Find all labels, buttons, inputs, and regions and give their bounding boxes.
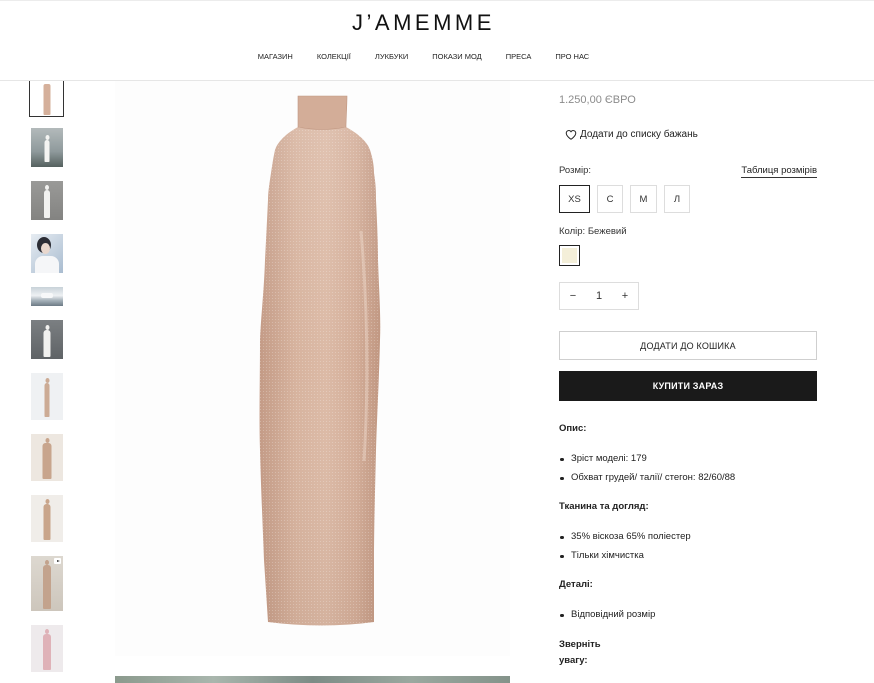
- thumbnail-5[interactable]: [31, 287, 63, 306]
- thumbnail-8[interactable]: [31, 434, 63, 481]
- details-title-description: Опис:: [559, 423, 587, 434]
- details-list-details: Відповідний розмір: [559, 608, 817, 637]
- thumbnail-model-figure: [43, 634, 51, 670]
- buy-now-button[interactable]: КУПИТИ ЗАРАЗ: [559, 371, 817, 401]
- color-label: Колір: Бежевий: [559, 226, 627, 237]
- thumbnail-7[interactable]: [31, 373, 63, 420]
- size-label: Розмір:: [559, 165, 592, 176]
- size-option-s[interactable]: С: [597, 185, 623, 213]
- thumbnail-face-shape: [41, 243, 50, 254]
- details-title-details: Деталі:: [559, 579, 593, 590]
- thumbnail-2[interactable]: [31, 128, 63, 167]
- thumbnail-model-figure: [43, 565, 51, 609]
- color-swatch-beige[interactable]: [559, 245, 580, 266]
- product-details: Опис: Зріст моделі: 179 Обхват грудей/ т…: [559, 422, 817, 669]
- thumbnail-10-video[interactable]: [31, 556, 63, 611]
- heart-icon: [565, 129, 577, 140]
- nav-item-collections[interactable]: КОЛЕКЦІЇ: [317, 51, 351, 63]
- list-item: Тільки хімчистка: [559, 549, 817, 563]
- main-nav: МАГАЗИН КОЛЕКЦІЇ ЛУКБУКИ ПОКАЗИ МОД ПРЕС…: [0, 51, 847, 63]
- dress-illustration: [259, 95, 381, 626]
- list-item: Обхват грудей/ талії/ стегон: 82/60/88: [559, 471, 817, 485]
- size-selector: XS С М Л: [559, 185, 690, 213]
- thumbnail-6[interactable]: [31, 320, 63, 359]
- product-price: 1.250,00 ЄВРО: [559, 94, 636, 106]
- thumbnail-model-figure: [44, 140, 50, 162]
- thumbnail-model-figure: [44, 383, 50, 417]
- size-header: Розмір: Таблиця розмірів: [559, 164, 817, 178]
- size-chart-link[interactable]: Таблиця розмірів: [741, 164, 817, 178]
- thumbnail-9[interactable]: [31, 495, 63, 542]
- list-item: Зріст моделі: 179: [559, 452, 817, 466]
- play-icon: [54, 558, 61, 564]
- details-list-fabric-care: 35% віскоза 65% поліестер Тільки хімчист…: [559, 530, 817, 578]
- dress-collar: [297, 95, 348, 130]
- list-item: Відповідний розмір: [559, 608, 817, 622]
- thumbnail-model-figure: [42, 443, 52, 479]
- next-product-image[interactable]: [115, 676, 510, 683]
- quantity-value[interactable]: 1: [586, 283, 612, 309]
- dress-sequin-texture: [259, 96, 381, 626]
- details-list-description: Зріст моделі: 179 Обхват грудей/ талії/ …: [559, 452, 817, 500]
- thumbnail-model-figure: [43, 330, 51, 357]
- quantity-decrease-button[interactable]: −: [560, 283, 586, 309]
- thumbnail-model-figure: [43, 504, 51, 540]
- main-product-image[interactable]: [115, 81, 510, 656]
- quantity-increase-button[interactable]: +: [612, 283, 638, 309]
- nav-item-shop[interactable]: МАГАЗИН: [258, 51, 293, 63]
- nav-item-lookbooks[interactable]: ЛУКБУКИ: [375, 51, 408, 63]
- brand-logo[interactable]: J’AMEMME: [0, 10, 847, 36]
- nav-item-about[interactable]: ПРО НАС: [555, 51, 589, 63]
- size-option-m[interactable]: М: [630, 185, 657, 213]
- thumbnail-shoulder-shape: [35, 256, 59, 273]
- size-option-l[interactable]: Л: [664, 185, 690, 213]
- thumbnail-4[interactable]: [31, 234, 63, 273]
- color-swatch-fill: [562, 248, 577, 263]
- wishlist-label: Додати до списку бажань: [580, 128, 698, 140]
- site-header: J’AMEMME МАГАЗИН КОЛЕКЦІЇ ЛУКБУКИ ПОКАЗИ…: [0, 0, 874, 81]
- details-title-fabric-care: Тканина та догляд:: [559, 501, 649, 512]
- add-to-cart-button[interactable]: ДОДАТИ ДО КОШИКА: [559, 331, 817, 360]
- size-option-xs[interactable]: XS: [559, 185, 590, 213]
- thumbnail-model-figure: [44, 190, 50, 218]
- thumbnail-dress-figure: [43, 84, 50, 115]
- nav-item-fashion-shows[interactable]: ПОКАЗИ МОД: [432, 51, 482, 63]
- list-item: 35% віскоза 65% поліестер: [559, 530, 817, 544]
- thumbnail-landscape-shape: [41, 293, 53, 298]
- details-title-note: Зверніть увагу:: [559, 639, 601, 666]
- nav-item-press[interactable]: ПРЕСА: [506, 51, 532, 63]
- thumbnail-3[interactable]: [31, 181, 63, 220]
- quantity-stepper: − 1 +: [559, 282, 639, 310]
- add-to-wishlist-link[interactable]: Додати до списку бажань: [565, 127, 698, 141]
- thumbnail-11[interactable]: [31, 625, 63, 672]
